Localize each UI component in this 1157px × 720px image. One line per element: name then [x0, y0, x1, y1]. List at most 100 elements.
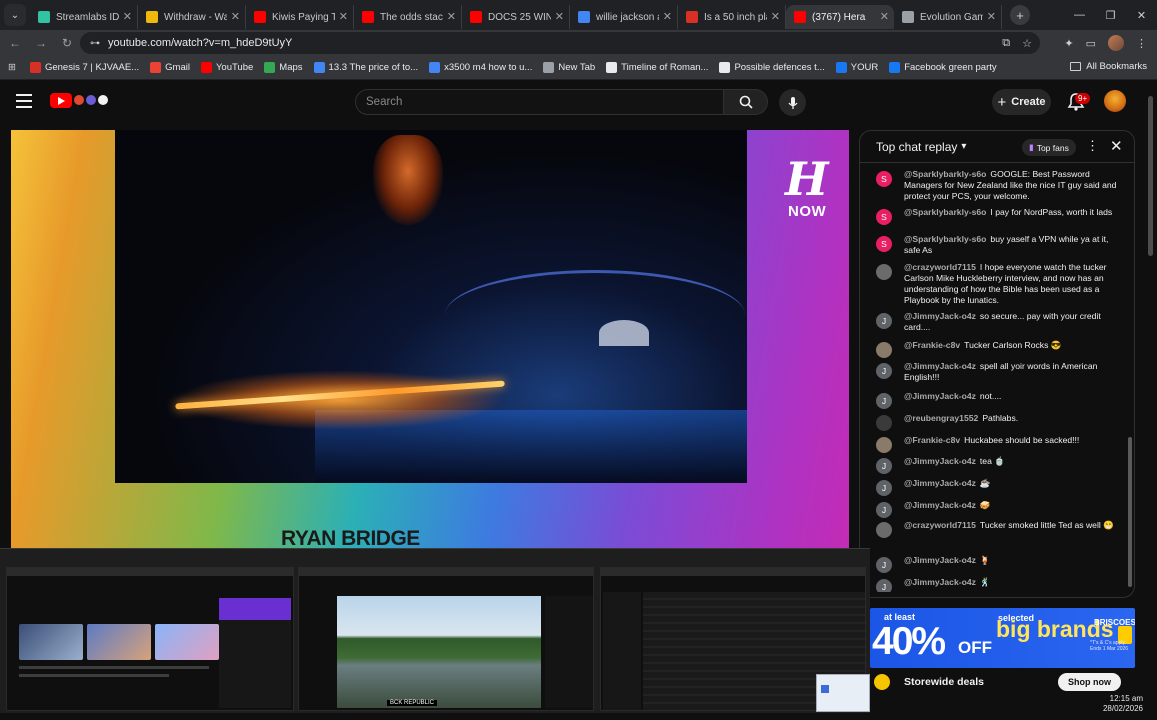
bookmark-item[interactable]: New Tab — [543, 62, 595, 73]
browser-tab[interactable]: Streamlabs ID ✕ — [30, 5, 138, 29]
chat-author[interactable]: @JimmyJack-o4z — [904, 478, 976, 488]
bookmark-item[interactable]: Maps — [264, 62, 303, 73]
chat-avatar[interactable]: J — [876, 579, 892, 592]
chat-message[interactable]: J @JimmyJack-o4z ☕ — [876, 478, 1122, 496]
tab-close-icon[interactable]: ✕ — [663, 10, 672, 23]
chat-author[interactable]: @JimmyJack-o4z — [904, 391, 976, 401]
preview-window-youtube[interactable] — [6, 567, 294, 711]
bookmark-item[interactable]: Timeline of Roman... — [606, 62, 708, 73]
site-info-icon[interactable]: ⊶ — [90, 38, 100, 49]
chat-avatar[interactable]: S — [876, 209, 892, 225]
browser-menu-icon[interactable]: ⋮ — [1136, 37, 1147, 50]
chat-author[interactable]: @JimmyJack-o4z — [904, 456, 976, 466]
browser-profile-avatar[interactable] — [1108, 35, 1124, 51]
bookmark-item[interactable]: 13.3 The price of to... — [313, 62, 418, 73]
bookmark-item[interactable]: x3500 m4 how to u... — [429, 62, 532, 73]
chat-message[interactable]: S @Sparklybarkly-s6o buy yaself a VPN whil… — [876, 234, 1122, 256]
chat-scrollbar[interactable] — [1128, 167, 1132, 592]
search-input[interactable]: Search — [355, 89, 724, 115]
chat-avatar[interactable]: J — [876, 458, 892, 474]
chat-message[interactable]: S @Sparklybarkly-s6o GOOGLE: Best Password… — [876, 169, 1122, 202]
user-avatar[interactable] — [1104, 90, 1126, 112]
chat-message[interactable]: S @Sparklybarkly-s6o I pay for NordPass, w… — [876, 207, 1122, 225]
reload-button[interactable]: ↻ — [56, 32, 78, 54]
chat-avatar[interactable] — [876, 522, 892, 538]
extensions-icon[interactable]: ✦ — [1064, 37, 1073, 50]
chat-message[interactable]: @Frankie-c8v Tucker Carlson Rocks 😎 — [876, 340, 1122, 358]
chat-author[interactable]: @Sparklybarkly-s6o — [904, 207, 986, 217]
clock-time[interactable]: 12:15 am — [1110, 694, 1143, 703]
address-bar[interactable]: ⊶ youtube.com/watch?v=m_hdeD9tUyY ⧉ ☆ — [80, 32, 1040, 54]
chat-message[interactable]: J @JimmyJack-o4z 🕺 — [876, 577, 1122, 592]
chat-avatar[interactable] — [876, 342, 892, 358]
chat-message[interactable]: J @JimmyJack-o4z 🍹 — [876, 555, 1122, 573]
bookmark-item[interactable]: YouTube — [200, 62, 253, 73]
forward-button[interactable]: → — [30, 32, 52, 54]
chat-message[interactable]: @reubengray1552 Pathlabs. — [876, 413, 1122, 431]
close-window-button[interactable]: ✕ — [1126, 0, 1157, 30]
browser-tab[interactable]: willie jackson a ✕ — [570, 5, 678, 29]
bookmark-star-icon[interactable]: ☆ — [1022, 37, 1032, 50]
chat-message[interactable]: J @JimmyJack-o4z so secure... pay with you… — [876, 311, 1122, 333]
bookmark-item[interactable]: Facebook green party — [889, 62, 997, 73]
bookmark-item[interactable]: Genesis 7 | KJVAAE... — [29, 62, 139, 73]
chat-avatar[interactable]: J — [876, 363, 892, 379]
chat-message[interactable]: @crazyworld7115 I hope everyone watch the… — [876, 262, 1122, 306]
chat-avatar[interactable] — [876, 437, 892, 453]
shop-now-button[interactable]: Shop now — [1058, 673, 1121, 691]
chat-avatar[interactable]: S — [876, 236, 892, 252]
chat-mode-selector[interactable]: Top chat replay — [876, 140, 957, 154]
chat-author[interactable]: @crazyworld7115 — [904, 262, 976, 272]
youtube-logo[interactable] — [50, 93, 72, 108]
browser-tab[interactable]: Withdraw - Wa ✕ — [138, 5, 246, 29]
tab-close-icon[interactable]: ✕ — [231, 10, 240, 23]
page-scrollbar[interactable] — [1147, 86, 1154, 686]
chat-author[interactable]: @Sparklybarkly-s6o — [904, 234, 986, 244]
chat-author[interactable]: @JimmyJack-o4z — [904, 577, 976, 587]
cast-icon[interactable]: ▭ — [1086, 37, 1096, 50]
chat-message-list[interactable]: S @Sparklybarkly-s6o GOOGLE: Best Password… — [860, 167, 1125, 592]
chat-more-icon[interactable]: ⋮ — [1086, 138, 1099, 154]
chat-avatar[interactable]: S — [876, 171, 892, 187]
chat-message[interactable]: J @JimmyJack-o4z not.... — [876, 391, 1122, 409]
back-button[interactable]: ← — [4, 32, 26, 54]
chat-avatar[interactable] — [876, 415, 892, 431]
chat-message[interactable]: J @JimmyJack-o4z 🥪 — [876, 500, 1122, 518]
restore-button[interactable]: ❐ — [1095, 0, 1126, 30]
install-app-icon[interactable]: ⧉ — [1002, 37, 1010, 50]
chat-author[interactable]: @JimmyJack-o4z — [904, 555, 976, 565]
tab-close-icon[interactable]: ✕ — [447, 10, 456, 23]
browser-tab[interactable]: Kiwis Paying Th ✕ — [246, 5, 354, 29]
chat-message[interactable]: J @JimmyJack-o4z spell all yoir words in A… — [876, 361, 1122, 383]
chat-message[interactable]: @crazyworld7115 Tucker smoked little Ted … — [876, 520, 1122, 538]
bookmark-item[interactable]: Possible defences t... — [719, 62, 825, 73]
chat-author[interactable]: @Sparklybarkly-s6o — [904, 169, 986, 179]
tab-close-icon[interactable]: ✕ — [771, 10, 780, 23]
top-fans-button[interactable]: ▮ Top fans — [1022, 139, 1076, 156]
chat-scroll-thumb[interactable] — [1128, 437, 1132, 587]
apps-grid-icon[interactable]: ⊞ — [8, 62, 16, 73]
chat-author[interactable]: @Frankie-c8v — [904, 340, 960, 350]
browser-tab[interactable]: Evolution Gam ✕ — [894, 5, 1002, 29]
chat-avatar[interactable]: J — [876, 313, 892, 329]
search-button[interactable] — [724, 89, 768, 115]
bookmark-item[interactable]: Gmail — [150, 62, 190, 73]
clock-date[interactable]: 28/02/2026 — [1103, 704, 1143, 713]
chevron-down-icon[interactable]: ▾ — [961, 141, 966, 152]
close-chat-icon[interactable]: ✕ — [1110, 137, 1123, 155]
video-player[interactable]: H NOW RYAN BRIDGE — [11, 130, 849, 550]
browser-tab[interactable]: The odds stack ✕ — [354, 5, 462, 29]
chat-avatar[interactable]: J — [876, 393, 892, 409]
chat-message[interactable]: J @JimmyJack-o4z tea 🍵 — [876, 456, 1122, 474]
briscoes-ad-banner[interactable]: at least 40% OFF selected big brands BRI… — [870, 608, 1135, 668]
chat-author[interactable]: @Frankie-c8v — [904, 435, 960, 445]
chat-author[interactable]: @JimmyJack-o4z — [904, 361, 976, 371]
tab-close-icon[interactable]: ✕ — [987, 10, 996, 23]
tab-search-button[interactable]: ⌄ — [4, 4, 26, 26]
youtube-doodle[interactable] — [74, 91, 116, 109]
voice-search-button[interactable] — [779, 89, 806, 116]
tab-close-icon[interactable]: ✕ — [555, 10, 564, 23]
chat-author[interactable]: @JimmyJack-o4z — [904, 311, 976, 321]
chat-avatar[interactable]: J — [876, 557, 892, 573]
chat-author[interactable]: @crazyworld7115 — [904, 520, 976, 530]
